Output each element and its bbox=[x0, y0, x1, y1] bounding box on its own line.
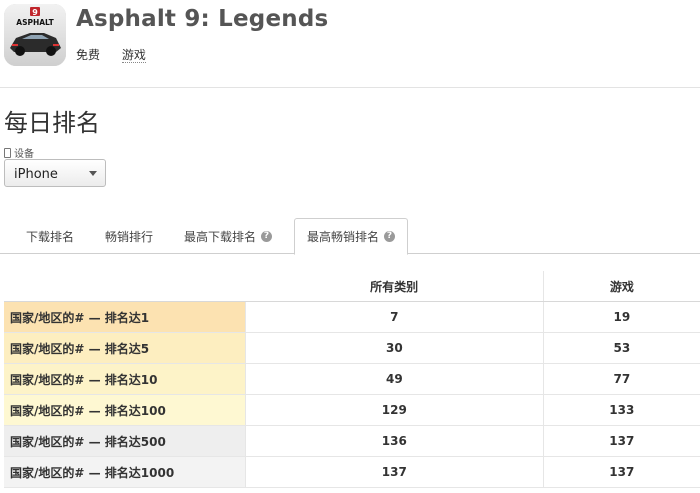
table-row: 国家/地区的# — 排名达500 136 137 bbox=[4, 425, 700, 457]
table-row: 国家/地区的# — 排名达5 30 53 bbox=[4, 332, 700, 364]
cell-games: 77 bbox=[543, 363, 700, 395]
table-row: 国家/地区的# — 排名达100 129 133 bbox=[4, 394, 700, 426]
row-label: 国家/地区的# — 排名达1 bbox=[4, 301, 246, 333]
help-icon[interactable]: ? bbox=[261, 230, 273, 242]
price-label: 免费 bbox=[76, 48, 101, 62]
app-title: Asphalt 9: Legends bbox=[76, 6, 329, 32]
cell-games: 137 bbox=[543, 425, 700, 457]
chevron-down-icon bbox=[89, 171, 97, 176]
tab-label: 最高畅销排名 bbox=[307, 230, 380, 244]
device-select-value: iPhone bbox=[14, 167, 58, 182]
cell-games: 19 bbox=[543, 301, 700, 333]
tab-top-downloads[interactable]: 最高下载排名 ? bbox=[184, 218, 273, 254]
cell-all-categories: 137 bbox=[245, 456, 544, 488]
column-header-games: 游戏 bbox=[543, 271, 700, 302]
row-label: 国家/地区的# — 排名达5 bbox=[4, 332, 246, 364]
cell-all-categories: 7 bbox=[245, 301, 544, 333]
cell-all-categories: 136 bbox=[245, 425, 544, 457]
cell-games: 133 bbox=[543, 394, 700, 426]
cell-all-categories: 129 bbox=[245, 394, 544, 426]
app-meta: 免费 游戏 bbox=[76, 46, 164, 63]
column-header-all-categories: 所有类别 bbox=[245, 271, 544, 302]
device-label: 设备 bbox=[4, 145, 34, 160]
row-label: 国家/地区的# — 排名达100 bbox=[4, 394, 246, 426]
cell-all-categories: 49 bbox=[245, 363, 544, 395]
tab-grossing[interactable]: 畅销排行 bbox=[105, 218, 153, 254]
cell-games: 137 bbox=[543, 456, 700, 488]
tab-label: 下载排名 bbox=[26, 229, 75, 244]
tab-label: 畅销排行 bbox=[105, 229, 154, 244]
cell-all-categories: 30 bbox=[245, 332, 544, 364]
row-label: 国家/地区的# — 排名达500 bbox=[4, 425, 246, 457]
section-title: 每日排名 bbox=[4, 109, 100, 137]
row-label: 国家/地区的# — 排名达1000 bbox=[4, 456, 246, 488]
car-icon: 9 ASPHALT bbox=[4, 4, 66, 66]
tab-top-grossing[interactable]: 最高畅销排名 ? bbox=[294, 218, 409, 255]
table-header-blank bbox=[4, 271, 246, 302]
cell-games: 53 bbox=[543, 332, 700, 364]
row-label: 国家/地区的# — 排名达10 bbox=[4, 363, 246, 395]
app-icon: 9 ASPHALT bbox=[4, 4, 66, 66]
table-row: 国家/地区的# — 排名达1000 137 137 bbox=[4, 456, 700, 488]
device-select[interactable]: iPhone bbox=[4, 159, 106, 187]
table-row: 国家/地区的# — 排名达10 49 77 bbox=[4, 363, 700, 395]
svg-text:9: 9 bbox=[32, 8, 38, 17]
header-divider bbox=[0, 87, 700, 88]
ranking-table: 所有类别 游戏 国家/地区的# — 排名达1 7 19 国家/地区的# — 排名… bbox=[4, 271, 700, 488]
table-header-row: 所有类别 游戏 bbox=[4, 271, 700, 302]
device-label-text: 设备 bbox=[14, 149, 34, 160]
genre-link[interactable]: 游戏 bbox=[121, 48, 146, 63]
svg-text:ASPHALT: ASPHALT bbox=[16, 18, 54, 27]
ranking-tabs: 下载排名 畅销排行 最高下载排名 ? 最高畅销排名 ? bbox=[0, 218, 700, 255]
help-icon[interactable]: ? bbox=[384, 231, 396, 242]
tab-label: 最高下载排名 bbox=[184, 229, 257, 244]
tab-downloads[interactable]: 下载排名 bbox=[26, 218, 74, 254]
phone-icon bbox=[4, 147, 11, 158]
table-row: 国家/地区的# — 排名达1 7 19 bbox=[4, 301, 700, 333]
